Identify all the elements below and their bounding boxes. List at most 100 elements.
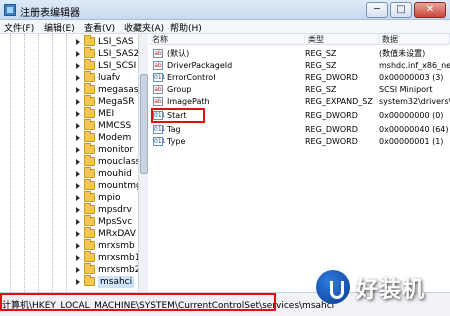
watermark-text: 好装机: [356, 278, 426, 303]
value-name: Tag: [167, 125, 181, 134]
tree-guide-line: [24, 34, 25, 292]
tree-item-msahci[interactable]: msahci: [76, 275, 140, 288]
value-type: REG_DWORD: [305, 125, 358, 134]
folder-icon: [84, 83, 95, 94]
maximize-button[interactable]: □: [390, 2, 412, 18]
value-data: 0x00000003 (3): [379, 73, 444, 82]
value-name: ErrorControl: [167, 73, 216, 82]
expand-arrow-icon[interactable]: [76, 39, 81, 46]
expand-arrow-icon[interactable]: [76, 183, 81, 190]
menu-bar: 文件(F) 编辑(E) 查看(V) 收藏夹(A) 帮助(H): [0, 20, 450, 34]
expand-arrow-icon[interactable]: [76, 51, 81, 58]
tree-item-label: MRxDAV: [98, 229, 136, 239]
string-value-icon: ab: [153, 49, 163, 58]
tree-item-label: luafv: [98, 73, 121, 83]
close-button[interactable]: ✕: [414, 2, 446, 18]
folder-icon: [84, 179, 95, 190]
watermark-logo: 好装机: [312, 266, 450, 312]
folder-icon: [84, 71, 95, 82]
path-highlight-box: [0, 293, 276, 311]
tree-scrollbar[interactable]: [138, 34, 148, 292]
value-data: mshdc.inf_x86_neut: [379, 61, 450, 70]
folder-icon: [84, 47, 95, 58]
expand-arrow-icon[interactable]: [76, 207, 81, 214]
expand-arrow-icon[interactable]: [76, 219, 81, 226]
menu-edit[interactable]: 编辑(E): [44, 21, 75, 34]
folder-icon: [84, 203, 95, 214]
expand-arrow-icon[interactable]: [76, 87, 81, 94]
tree-item-label: LSI_SAS: [98, 37, 134, 47]
minimize-button[interactable]: ─: [366, 2, 388, 18]
expand-arrow-icon[interactable]: [76, 255, 81, 262]
binary-value-icon: 011: [153, 73, 166, 82]
value-type: REG_DWORD: [305, 73, 358, 82]
expand-arrow-icon[interactable]: [76, 279, 81, 286]
value-row-driverpackageid[interactable]: ab DriverPackageId REG_SZ mshdc.inf_x86_neu…: [149, 60, 450, 71]
expand-arrow-icon[interactable]: [76, 195, 81, 202]
value-data: 0x00000040 (64): [379, 125, 449, 134]
expand-arrow-icon[interactable]: [76, 111, 81, 118]
folder-icon: [84, 167, 95, 178]
folder-icon: [84, 251, 95, 262]
title-bar: 注册表编辑器 ─ □ ✕: [0, 0, 450, 20]
scrollbar-thumb[interactable]: [140, 74, 148, 174]
menu-file[interactable]: 文件(F): [4, 21, 34, 34]
value-type: REG_DWORD: [305, 137, 358, 146]
value-row-imagepath[interactable]: ab ImagePath REG_EXPAND_SZ system32\drivers…: [149, 96, 450, 107]
tree-guide-line: [66, 34, 67, 292]
expand-arrow-icon[interactable]: [76, 63, 81, 70]
string-value-icon: ab: [153, 85, 163, 94]
value-data: SCSI Miniport: [379, 85, 433, 94]
folder-icon: [84, 155, 95, 166]
folder-icon: [84, 119, 95, 130]
value-name: (默认): [167, 49, 190, 58]
binary-value-icon: 011: [153, 125, 166, 134]
column-header-data[interactable]: 数据: [379, 34, 450, 45]
tree-item-label: mouhid: [98, 169, 132, 179]
menu-view[interactable]: 查看(V): [84, 21, 115, 34]
tree-item-label: MegaSR: [98, 97, 135, 107]
menu-help[interactable]: 帮助(H): [170, 21, 202, 34]
value-row-type[interactable]: 011 Type REG_DWORD 0x00000001 (1): [149, 136, 450, 147]
expand-arrow-icon[interactable]: [76, 243, 81, 250]
tree-item-label: megasas: [98, 85, 139, 95]
expand-arrow-icon[interactable]: [76, 135, 81, 142]
value-name: Group: [167, 85, 192, 94]
value-data: system32\drivers\m: [379, 97, 450, 106]
tree-item-label: msahci: [98, 276, 135, 288]
tree-guide-line: [10, 34, 11, 292]
expand-arrow-icon[interactable]: [76, 231, 81, 238]
value-row-errorcontrol[interactable]: 011 ErrorControl REG_DWORD 0x00000003 (3): [149, 72, 450, 83]
expand-arrow-icon[interactable]: [76, 123, 81, 130]
values-list: 名称 类型 数据 ab (默认) REG_SZ (数值未设置) ab DriverPac…: [149, 34, 450, 292]
value-type: REG_SZ: [305, 49, 337, 58]
expand-arrow-icon[interactable]: [76, 147, 81, 154]
value-type: REG_EXPAND_SZ: [305, 97, 373, 106]
tree-item-label: MEI: [98, 109, 115, 119]
tree-item-label: monitor: [98, 145, 134, 155]
tree-item-label: LSI_SAS2: [98, 49, 140, 59]
folder-icon: [84, 263, 95, 274]
folder-icon: [84, 95, 95, 106]
binary-value-icon: 011: [153, 137, 166, 146]
column-header-type[interactable]: 类型: [305, 34, 379, 45]
column-header-name[interactable]: 名称: [149, 34, 305, 45]
expand-arrow-icon[interactable]: [76, 75, 81, 82]
value-name: Type: [167, 137, 186, 146]
expand-arrow-icon[interactable]: [76, 99, 81, 106]
value-row-tag[interactable]: 011 Tag REG_DWORD 0x00000040 (64): [149, 124, 450, 135]
value-row-default[interactable]: ab (默认) REG_SZ (数值未设置): [149, 48, 450, 59]
tree-item-label: mpio: [98, 193, 121, 203]
expand-arrow-icon[interactable]: [76, 171, 81, 178]
tree-item-label: MpsSvc: [98, 217, 133, 227]
folder-icon: [84, 35, 95, 46]
value-type: REG_SZ: [305, 85, 337, 94]
menu-favorites[interactable]: 收藏夹(A): [124, 21, 164, 34]
tree-item-label: MMCSS: [98, 121, 132, 131]
expand-arrow-icon[interactable]: [76, 159, 81, 166]
tree-item-label: mrxsmb: [98, 241, 135, 251]
value-data: 0x00000000 (0): [379, 111, 444, 120]
expand-arrow-icon[interactable]: [76, 267, 81, 274]
value-row-group[interactable]: ab Group REG_SZ SCSI Miniport: [149, 84, 450, 95]
value-name: DriverPackageId: [167, 61, 233, 70]
